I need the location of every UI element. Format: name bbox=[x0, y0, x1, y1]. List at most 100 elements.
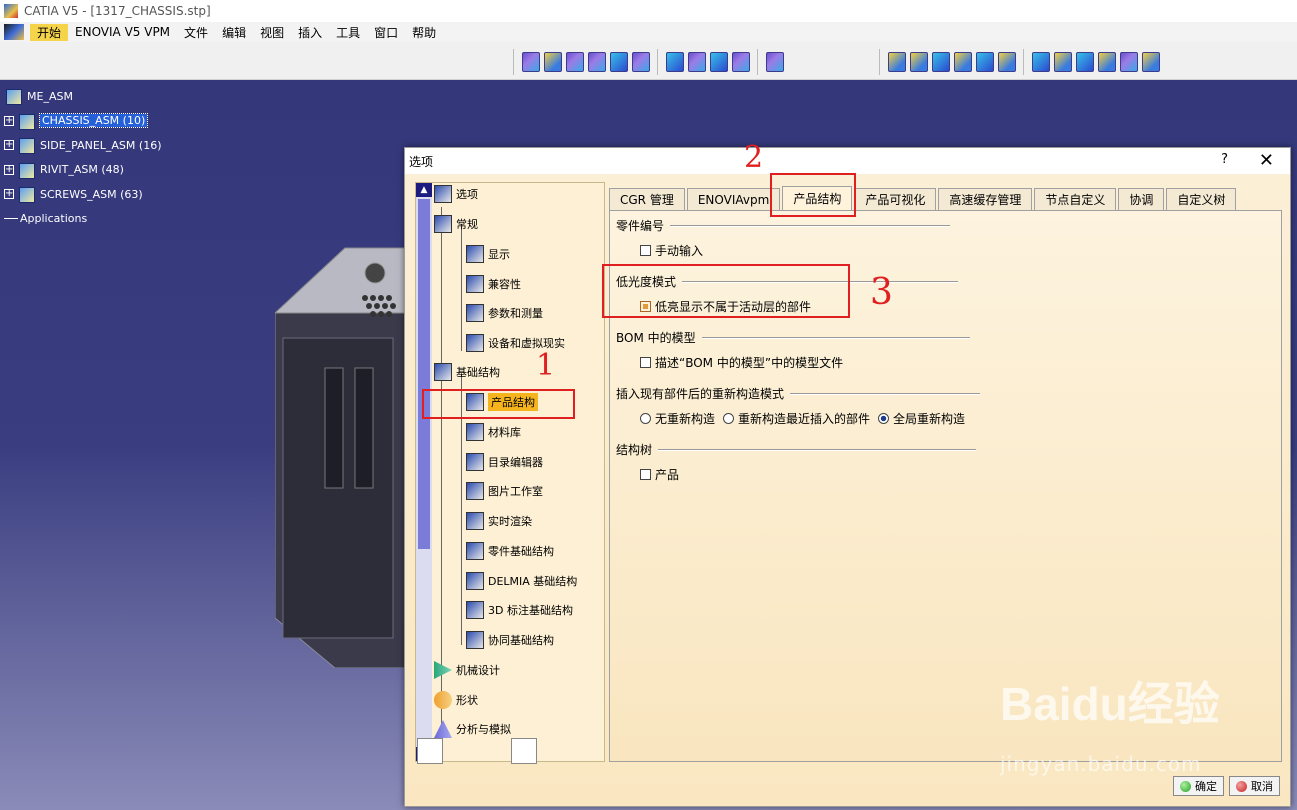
general-icon bbox=[434, 215, 452, 233]
help-button[interactable]: ? bbox=[1221, 152, 1228, 167]
highlight-box-2 bbox=[770, 173, 856, 217]
nav-annotation-label: 3D 标注基础结构 bbox=[488, 604, 573, 617]
expand-icon[interactable]: + bbox=[4, 140, 14, 151]
menu-view[interactable]: 视图 bbox=[253, 24, 291, 41]
fillet-tool-icon[interactable] bbox=[1098, 52, 1116, 72]
baidu-watermark-url: jingyan.baidu.com bbox=[1000, 752, 1202, 776]
nav-delmia-label: DELMIA 基础结构 bbox=[488, 575, 578, 588]
product-checkbox[interactable]: 产品 bbox=[640, 466, 976, 483]
tree-item-chassis-asm[interactable]: + CHASSIS_ASM (10) bbox=[4, 109, 161, 134]
scroll-up-icon[interactable]: ▲ bbox=[416, 183, 432, 197]
extrude-surface-icon[interactable] bbox=[888, 52, 906, 72]
nav-parameters[interactable]: 参数和测量 bbox=[466, 302, 543, 324]
scroll-thumb[interactable] bbox=[418, 199, 430, 549]
nav-photo-studio-label: 图片工作室 bbox=[488, 485, 543, 498]
menu-window[interactable]: 窗口 bbox=[367, 24, 405, 41]
menu-edit[interactable]: 编辑 bbox=[215, 24, 253, 41]
join-tool-icon[interactable] bbox=[1032, 52, 1050, 72]
radio-rebuild-recent[interactable] bbox=[723, 413, 735, 424]
pad-tool-icon[interactable] bbox=[522, 52, 540, 72]
group-bom: BOM 中的模型 描述“BOM 中的模型”中的模型文件 bbox=[616, 329, 970, 371]
tree-item-screws-asm[interactable]: + SCREWS_ASM (63) bbox=[4, 182, 161, 207]
tab-cache-management[interactable]: 高速缓存管理 bbox=[938, 188, 1033, 210]
radio-no-rebuild[interactable] bbox=[640, 413, 651, 424]
loft-surface-icon[interactable] bbox=[976, 52, 994, 72]
tab-coordination[interactable]: 协调 bbox=[1118, 188, 1165, 210]
face-tool-icon[interactable] bbox=[688, 52, 706, 72]
boolean-tool-icon[interactable] bbox=[766, 52, 784, 72]
pocket-tool-icon[interactable] bbox=[544, 52, 562, 72]
menu-insert[interactable]: 插入 bbox=[291, 24, 329, 41]
shaft-tool-icon[interactable] bbox=[566, 52, 584, 72]
manual-input-label: 手动输入 bbox=[655, 244, 704, 258]
nav-material-library[interactable]: 材料库 bbox=[466, 421, 521, 443]
nav-part-infrastructure[interactable]: 零件基础结构 bbox=[466, 540, 554, 562]
nav-delmia-infrastructure[interactable]: DELMIA 基础结构 bbox=[466, 570, 577, 592]
menu-tools[interactable]: 工具 bbox=[329, 24, 367, 41]
expand-icon[interactable]: + bbox=[4, 189, 14, 200]
rib-tool-icon[interactable] bbox=[632, 52, 650, 72]
cancel-icon bbox=[1236, 780, 1247, 792]
nav-catalog-editor[interactable]: 目录编辑器 bbox=[466, 451, 543, 473]
nav-shape[interactable]: 形状 bbox=[434, 689, 478, 711]
manual-input-checkbox[interactable]: 手动输入 bbox=[640, 242, 950, 259]
menu-enovia[interactable]: ENOVIA V5 VPM bbox=[68, 25, 177, 39]
split-tool-icon[interactable] bbox=[710, 52, 728, 72]
tree-item-rivit-asm[interactable]: + RIVIT_ASM (48) bbox=[4, 158, 161, 183]
ok-button[interactable]: 确定 bbox=[1173, 776, 1224, 796]
menu-file[interactable]: 文件 bbox=[177, 24, 215, 41]
nav-3d-annotation[interactable]: 3D 标注基础结构 bbox=[466, 599, 573, 621]
thickness-tool-icon[interactable] bbox=[732, 52, 750, 72]
tab-node-customization[interactable]: 节点自定义 bbox=[1034, 188, 1117, 210]
curve-tool-icon[interactable] bbox=[1054, 52, 1072, 72]
nav-photo-studio[interactable]: 图片工作室 bbox=[466, 480, 543, 502]
options-tree-scrollbar[interactable]: ▲ ▼ bbox=[416, 183, 432, 761]
fill-surface-icon[interactable] bbox=[954, 52, 972, 72]
sweep-surface-icon[interactable] bbox=[932, 52, 950, 72]
revolve-surface-icon[interactable] bbox=[910, 52, 928, 72]
highlight-box-1 bbox=[422, 389, 575, 419]
nav-mechanical-design[interactable]: 机械设计 bbox=[434, 659, 500, 681]
compatibility-icon bbox=[466, 275, 484, 293]
checkbox[interactable] bbox=[640, 357, 651, 368]
expand-icon[interactable]: + bbox=[4, 115, 14, 126]
nav-compatibility-label: 兼容性 bbox=[488, 278, 521, 291]
tab-cgr[interactable]: CGR 管理 bbox=[609, 188, 685, 210]
expand-icon[interactable]: + bbox=[4, 164, 14, 175]
checkbox[interactable] bbox=[640, 469, 651, 480]
box-tool-icon[interactable] bbox=[666, 52, 684, 72]
groove-tool-icon[interactable] bbox=[588, 52, 606, 72]
tree-item-applications[interactable]: Applications bbox=[4, 207, 161, 232]
nav-infrastructure[interactable]: 基础结构 bbox=[434, 361, 500, 383]
nav-collaboration[interactable]: 协同基础结构 bbox=[466, 629, 554, 651]
menu-start[interactable]: 开始 bbox=[30, 23, 69, 41]
checkbox[interactable] bbox=[640, 245, 651, 256]
bom-model-checkbox[interactable]: 描述“BOM 中的模型”中的模型文件 bbox=[640, 354, 970, 371]
nav-display[interactable]: 显示 bbox=[466, 243, 510, 265]
nav-compatibility[interactable]: 兼容性 bbox=[466, 273, 521, 295]
tab-product-visualization[interactable]: 产品可视化 bbox=[854, 188, 937, 210]
extrapolate-tool-icon[interactable] bbox=[1142, 52, 1160, 72]
nav-general[interactable]: 常规 bbox=[434, 213, 478, 235]
tab-custom-tree[interactable]: 自定义树 bbox=[1166, 188, 1237, 210]
nav-realtime-rendering[interactable]: 实时渲染 bbox=[466, 510, 532, 532]
export-options-icon[interactable] bbox=[511, 738, 537, 764]
menu-help[interactable]: 帮助 bbox=[405, 24, 443, 41]
tree-item-label: SCREWS_ASM (63) bbox=[40, 187, 143, 201]
close-button[interactable]: ✕ bbox=[1259, 150, 1274, 171]
catia-app-icon bbox=[4, 4, 18, 18]
cancel-button[interactable]: 取消 bbox=[1229, 776, 1280, 796]
radio-global-rebuild[interactable] bbox=[878, 413, 890, 424]
options-root[interactable]: 选项 bbox=[434, 183, 478, 205]
arc-tool-icon[interactable] bbox=[1076, 52, 1094, 72]
tree-root[interactable]: ME_ASM bbox=[4, 84, 161, 109]
translate-tool-icon[interactable] bbox=[1120, 52, 1138, 72]
blend-surface-icon[interactable] bbox=[998, 52, 1016, 72]
reset-options-icon[interactable] bbox=[417, 738, 443, 764]
tab-enoviavpm[interactable]: ENOVIAvpm bbox=[686, 188, 781, 210]
tree-item-side-panel-asm[interactable]: + SIDE_PANEL_ASM (16) bbox=[4, 133, 161, 158]
hole-tool-icon[interactable] bbox=[610, 52, 628, 72]
options-root-label: 选项 bbox=[456, 188, 478, 201]
product-icon bbox=[4, 87, 24, 106]
nav-analysis[interactable]: 分析与模拟 bbox=[434, 718, 511, 740]
